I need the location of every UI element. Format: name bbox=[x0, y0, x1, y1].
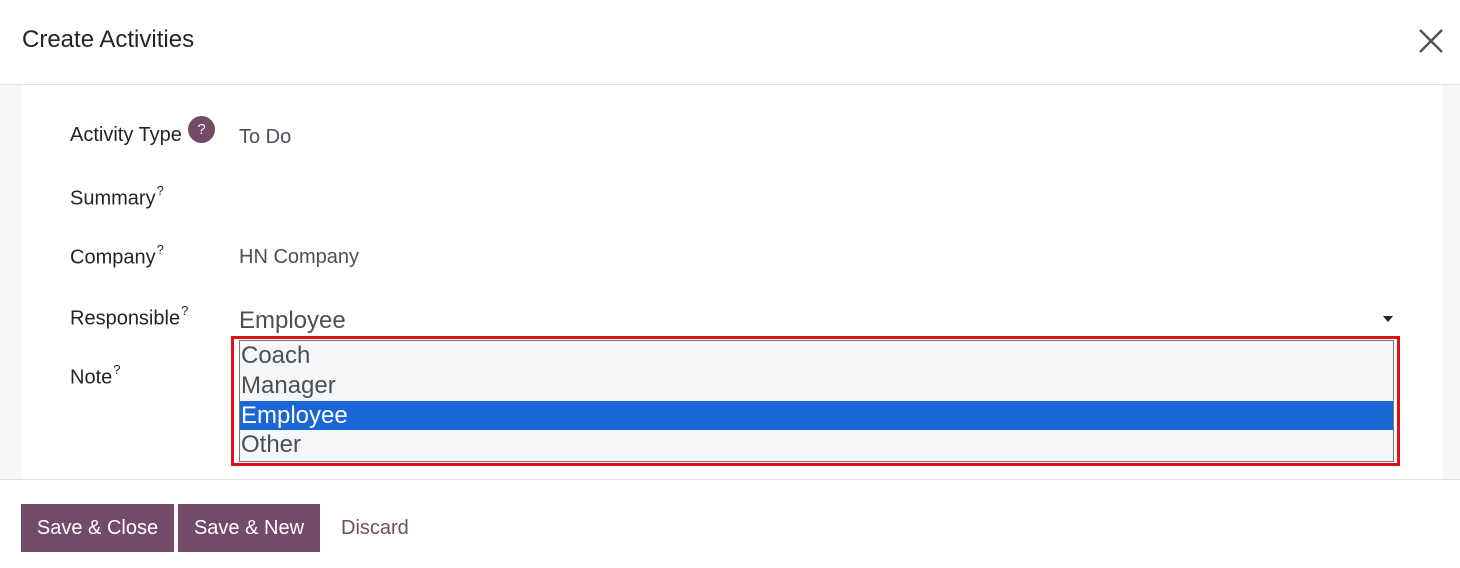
note-label: Note? bbox=[70, 362, 121, 389]
note-help-icon[interactable]: ? bbox=[113, 362, 120, 377]
close-icon[interactable] bbox=[1416, 26, 1446, 56]
responsible-label: Responsible? bbox=[70, 303, 189, 330]
activity-type-help-icon[interactable]: ? bbox=[188, 116, 215, 143]
responsible-select[interactable]: Employee bbox=[239, 303, 1400, 337]
summary-label: Summary? bbox=[70, 183, 164, 210]
summary-input[interactable] bbox=[239, 186, 1389, 214]
dialog-title: Create Activities bbox=[22, 26, 195, 53]
company-label: Company? bbox=[70, 242, 164, 269]
responsible-selected-value: Employee bbox=[239, 307, 346, 334]
responsible-help-icon[interactable]: ? bbox=[181, 303, 188, 318]
highlight-annotation bbox=[231, 336, 1400, 466]
activity-type-label: Activity Type bbox=[70, 124, 182, 146]
save-close-button[interactable]: Save & Close bbox=[21, 504, 174, 552]
company-help-icon[interactable]: ? bbox=[157, 242, 164, 257]
save-new-button[interactable]: Save & New bbox=[178, 504, 320, 552]
body-left-gutter bbox=[0, 85, 22, 479]
dialog-header: Create Activities bbox=[0, 0, 1460, 85]
chevron-down-icon bbox=[1383, 316, 1393, 322]
summary-help-icon[interactable]: ? bbox=[157, 183, 164, 198]
activity-type-field[interactable]: To Do bbox=[239, 126, 291, 149]
discard-button[interactable]: Discard bbox=[341, 504, 409, 552]
body-right-gutter bbox=[1442, 85, 1460, 479]
company-field[interactable]: HN Company bbox=[239, 246, 359, 269]
